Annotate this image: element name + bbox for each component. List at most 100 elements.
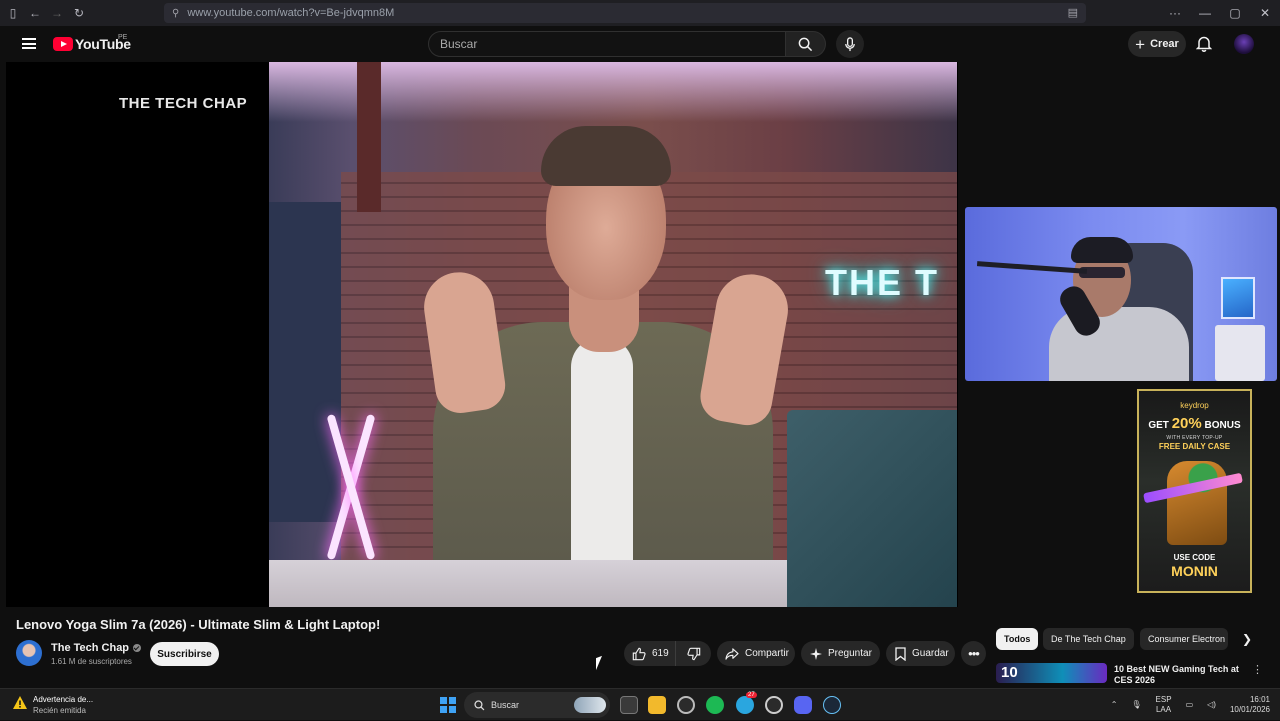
scene-wood-beam	[357, 62, 381, 212]
search-highlight-image	[574, 697, 606, 713]
chip-all[interactable]: Todos	[996, 628, 1038, 650]
ad-brand: keydrop	[1180, 401, 1209, 410]
like-count: 619	[652, 648, 669, 659]
like-button[interactable]: 619	[624, 641, 676, 666]
plus-icon: +	[1135, 34, 1146, 54]
chatgpt-icon[interactable]	[765, 696, 783, 714]
neon-text-sign: THE T	[825, 262, 939, 303]
webcam-mic-arm	[976, 261, 1088, 274]
notification-subtitle: Recién emitida	[33, 706, 86, 715]
mouse-cursor	[596, 655, 602, 671]
webcam-person-hair	[1071, 237, 1133, 263]
warning-icon[interactable]	[12, 694, 28, 712]
task-view-icon[interactable]	[620, 696, 638, 714]
close-icon[interactable]: ✕	[1250, 0, 1280, 26]
reader-view-icon[interactable]: ▤	[1068, 6, 1078, 19]
create-label: Crear	[1150, 38, 1179, 50]
reload-icon[interactable]: ↻	[68, 0, 90, 26]
ad-character-image	[1167, 461, 1227, 545]
maximize-icon[interactable]: ▢	[1220, 0, 1250, 26]
microphone-icon	[845, 36, 855, 51]
windows-start-icon[interactable]	[440, 697, 456, 713]
search-placeholder: Buscar	[440, 37, 478, 51]
telegram-icon[interactable]: 27	[736, 692, 757, 714]
telegram-badge: 27	[746, 692, 757, 698]
channel-name-row[interactable]: The Tech Chap	[51, 642, 142, 654]
ad-promo-code: MONIN	[1171, 563, 1218, 579]
ask-label: Preguntar	[828, 648, 872, 659]
chip-from-channel[interactable]: De The Tech Chap	[1043, 628, 1134, 650]
chip-scroll-right-icon[interactable]: ❯	[1238, 630, 1256, 648]
recommendation-title[interactable]: 10 Best NEW Gaming Tech at CES 2026	[1114, 664, 1239, 684]
sidebar-toggle-icon[interactable]: ▯	[2, 0, 24, 26]
save-button[interactable]: Guardar	[886, 641, 955, 666]
presenter-tshirt	[571, 337, 633, 567]
ad-free-case: FREE DAILY CASE	[1158, 442, 1231, 451]
ad-get: GET	[1148, 420, 1169, 431]
volume-icon[interactable]: ◁)	[1207, 700, 1216, 710]
file-explorer-icon[interactable]	[648, 696, 666, 714]
taskbar-search[interactable]: Buscar	[464, 692, 610, 718]
recommendation-thumbnail[interactable]: 10	[996, 663, 1107, 683]
recommendation-menu-icon[interactable]: ⋮	[1252, 663, 1263, 676]
forward-icon[interactable]: →	[46, 0, 68, 26]
subscriber-count: 1.61 M de suscriptores	[51, 657, 132, 666]
browser-toolbar: ▯ ← → ↻ ⚲ www.youtube.com/watch?v=Be-jdv…	[0, 0, 1280, 26]
subscribe-button[interactable]: Suscribirse	[150, 642, 219, 666]
taskbar-search-icon	[474, 699, 485, 710]
windows-taskbar: Advertencia de... Recién emitida Buscar …	[0, 688, 1280, 720]
url-text: www.youtube.com/watch?v=Be-jdvqmn8M	[187, 7, 395, 19]
share-button[interactable]: Compartir	[717, 641, 795, 666]
taskbar-search-label: Buscar	[491, 700, 520, 710]
keyboard-language[interactable]: ESP LAA	[1156, 695, 1172, 715]
browser-app-icon[interactable]	[677, 696, 695, 714]
back-icon[interactable]: ←	[24, 0, 46, 26]
site-info-icon[interactable]: ⚲	[172, 8, 179, 19]
ad-percent: 20%	[1171, 415, 1202, 432]
ask-button[interactable]: Preguntar	[801, 641, 880, 666]
youtube-play-icon	[53, 37, 73, 51]
steam-icon[interactable]	[823, 696, 841, 714]
clock-time: 16:01	[1249, 695, 1270, 704]
address-bar[interactable]: ⚲ www.youtube.com/watch?v=Be-jdvqmn8M ▤	[164, 3, 1086, 23]
save-label: Guardar	[912, 648, 949, 659]
network-icon[interactable]: ▭	[1186, 700, 1194, 710]
ad-use-code: USE CODE	[1173, 553, 1216, 562]
thumbnail-number: 10	[1001, 664, 1018, 681]
dislike-button[interactable]	[676, 647, 711, 661]
lang-bottom: LAA	[1155, 705, 1172, 714]
menu-icon[interactable]	[22, 38, 36, 49]
account-avatar[interactable]	[1234, 34, 1254, 54]
share-icon	[725, 647, 739, 660]
scene-laptop	[787, 410, 957, 607]
bookmark-icon	[895, 646, 906, 661]
clock[interactable]: 16:01 10/01/2026	[1230, 695, 1270, 715]
more-dots-icon: •••	[968, 646, 980, 661]
search-input[interactable]: Buscar	[428, 31, 786, 57]
voice-search-button[interactable]	[836, 30, 864, 58]
discord-icon[interactable]	[794, 696, 812, 714]
browser-menu-icon[interactable]: ···	[1160, 0, 1190, 26]
notification-title[interactable]: Advertencia de...	[33, 695, 93, 704]
tray-mic-icon[interactable]: 🎙	[1131, 700, 1141, 710]
channel-avatar[interactable]	[16, 640, 42, 666]
webcam-overlay	[965, 207, 1277, 381]
bell-icon	[1195, 36, 1213, 52]
notifications-button[interactable]	[1195, 35, 1213, 57]
video-frame[interactable]: THE T	[269, 62, 957, 607]
ad-banner[interactable]: keydrop GET 20% BONUS WITH EVERY TOP-UP …	[1137, 389, 1252, 593]
spotify-icon[interactable]	[706, 696, 724, 714]
youtube-header: YouTube PE Buscar + Crear	[0, 26, 1280, 62]
search-icon	[798, 37, 813, 51]
more-actions-button[interactable]: •••	[961, 641, 986, 666]
chip-consumer-electronics[interactable]: Consumer Electron	[1140, 628, 1228, 650]
ad-headline: GET 20% BONUS	[1139, 415, 1250, 432]
search-button[interactable]	[786, 31, 826, 57]
neon-x-sign	[321, 412, 381, 562]
create-button[interactable]: + Crear	[1128, 31, 1186, 57]
sparkle-icon	[810, 647, 822, 660]
presenter-hair	[541, 126, 671, 186]
tray-overflow-icon[interactable]: ⌃	[1111, 700, 1118, 710]
channel-name[interactable]: The Tech Chap	[51, 642, 129, 654]
minimize-icon[interactable]: —	[1190, 0, 1220, 26]
